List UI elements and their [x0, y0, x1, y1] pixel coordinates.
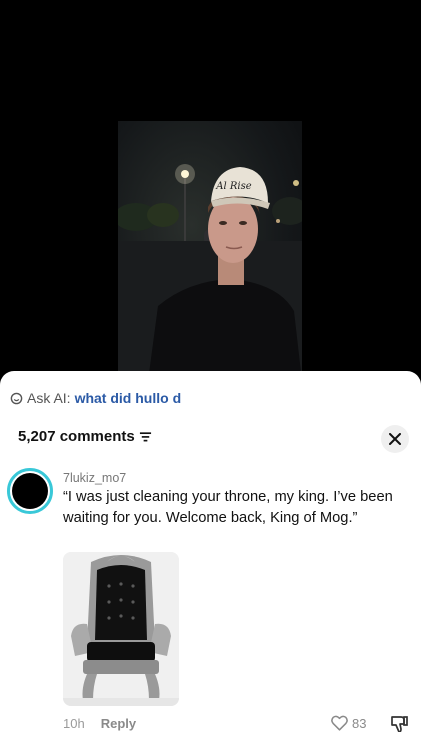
close-icon	[389, 433, 401, 445]
dislike-icon[interactable]	[389, 714, 409, 732]
sort-lines-icon[interactable]	[139, 431, 152, 443]
comment-text: “I was just cleaning your throne, my kin…	[63, 489, 393, 526]
comment-time: 10h	[63, 716, 85, 731]
throne-image[interactable]	[63, 552, 179, 706]
like-count: 83	[352, 715, 367, 731]
video-player[interactable]: Al Rise	[0, 0, 421, 381]
video-frame[interactable]: Al Rise	[118, 121, 302, 381]
ask-ai-query[interactable]: what did hullo d	[75, 390, 182, 406]
comment-username[interactable]: 7lukiz_mo7	[63, 471, 126, 485]
comments-count: 5,207 comments	[18, 428, 135, 445]
ask-ai-label: Ask AI:	[27, 390, 71, 406]
throne-illustration	[63, 552, 179, 706]
heart-icon	[331, 715, 348, 731]
video-still: Al Rise	[118, 164, 302, 381]
like-button[interactable]: 83	[331, 715, 366, 731]
comments-header: 5,207 comments	[18, 428, 152, 445]
cap-logo-text: Al Rise	[215, 181, 251, 192]
avatar-image	[12, 473, 48, 509]
ask-ai-bar[interactable]: Ask AI: what did hullo d	[10, 389, 181, 407]
comment-meta: 10h Reply	[63, 716, 136, 731]
close-comments-button[interactable]	[381, 425, 409, 453]
ai-search-icon	[10, 392, 23, 404]
avatar[interactable]	[7, 468, 53, 514]
reply-button[interactable]: Reply	[101, 716, 136, 731]
